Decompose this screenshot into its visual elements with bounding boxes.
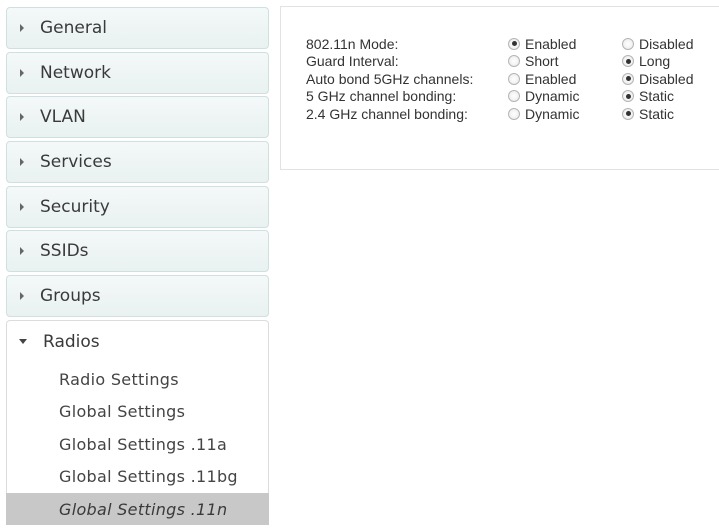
caret-right-icon bbox=[20, 24, 24, 32]
sidebar-item-security[interactable]: Security bbox=[6, 185, 269, 228]
sidebar-subitem-global-settings-11n[interactable]: Global Settings .11n bbox=[6, 492, 269, 526]
radio-button[interactable] bbox=[622, 55, 634, 68]
setting-row-guard-interval: Guard Interval: Short Long bbox=[306, 53, 719, 71]
radio-option-disabled[interactable]: Disabled bbox=[622, 36, 719, 52]
radio-button[interactable] bbox=[622, 107, 634, 120]
sidebar-item-ssids[interactable]: SSIDs bbox=[6, 230, 269, 273]
sidebar-item-label: Groups bbox=[40, 286, 101, 307]
sidebar-item-groups[interactable]: Groups bbox=[6, 275, 269, 318]
sidebar-item-label: VLAN bbox=[40, 107, 86, 128]
sidebar-item-label: Security bbox=[40, 196, 110, 217]
radio-button[interactable] bbox=[622, 37, 634, 50]
radio-option-static[interactable]: Static bbox=[622, 88, 719, 104]
radio-option-short[interactable]: Short bbox=[508, 53, 622, 69]
caret-right-icon bbox=[20, 292, 24, 301]
sidebar-item-label: General bbox=[40, 18, 107, 38]
radio-label: Dynamic bbox=[525, 88, 580, 105]
radio-label: Long bbox=[639, 53, 671, 70]
radio-option-enabled[interactable]: Enabled bbox=[508, 71, 622, 87]
radio-option-dynamic[interactable]: Dynamic bbox=[508, 106, 622, 122]
radio-label: Disabled bbox=[639, 35, 694, 52]
sidebar-subitem-global-settings-11a[interactable]: Global Settings .11a bbox=[7, 428, 268, 461]
radio-label: Dynamic bbox=[525, 105, 580, 122]
sidebar-subitem-radio-settings[interactable]: Radio Settings bbox=[7, 363, 268, 396]
caret-right-icon bbox=[20, 113, 24, 122]
sidebar-item-label: SSIDs bbox=[40, 241, 89, 262]
radio-button[interactable] bbox=[508, 107, 520, 120]
radio-button[interactable] bbox=[508, 37, 520, 50]
sidebar-section-radios: Radios Radio Settings Global Settings Gl… bbox=[6, 319, 269, 526]
caret-down-icon bbox=[19, 339, 27, 345]
radio-option-disabled[interactable]: Disabled bbox=[622, 71, 719, 87]
radio-button[interactable] bbox=[622, 90, 634, 103]
caret-right-icon bbox=[20, 202, 24, 211]
radio-button[interactable] bbox=[622, 72, 634, 85]
radio-option-dynamic[interactable]: Dynamic bbox=[508, 88, 622, 104]
setting-label: Guard Interval: bbox=[306, 53, 399, 70]
radio-label: Short bbox=[525, 53, 559, 70]
setting-label: Auto bond 5GHz channels: bbox=[306, 70, 474, 87]
sidebar-item-general[interactable]: General bbox=[6, 7, 269, 49]
caret-right-icon bbox=[20, 68, 24, 77]
sidebar-item-services[interactable]: Services bbox=[6, 141, 269, 184]
settings-form: 802.11n Mode: Enabled Disabled Guard Int… bbox=[306, 35, 719, 123]
sidebar-item-label: Radios bbox=[43, 331, 100, 352]
sidebar-item-network[interactable]: Network bbox=[6, 51, 269, 94]
setting-row-80211n-mode: 802.11n Mode: Enabled Disabled bbox=[306, 35, 719, 53]
sidebar-item-label: Services bbox=[40, 152, 112, 173]
radio-button[interactable] bbox=[508, 55, 520, 68]
radio-button[interactable] bbox=[508, 90, 520, 103]
setting-row-5ghz-channel-bonding: 5 GHz channel bonding: Dynamic Static bbox=[306, 88, 719, 106]
sidebar-subitem-global-settings-11bg[interactable]: Global Settings .11bg bbox=[7, 460, 268, 493]
sidebar-item-vlan[interactable]: VLAN bbox=[6, 96, 269, 139]
radio-option-static[interactable]: Static bbox=[622, 106, 719, 122]
radio-label: Static bbox=[639, 88, 675, 105]
setting-label: 802.11n Mode: bbox=[306, 35, 399, 52]
radio-option-long[interactable]: Long bbox=[622, 53, 719, 69]
radio-label: Enabled bbox=[525, 35, 577, 52]
sidebar-subitem-global-settings[interactable]: Global Settings bbox=[7, 395, 268, 428]
radio-label: Static bbox=[639, 105, 675, 122]
caret-right-icon bbox=[20, 247, 24, 256]
sidebar-item-label: Network bbox=[40, 62, 111, 83]
setting-row-24ghz-channel-bonding: 2.4 GHz channel bonding: Dynamic Static bbox=[306, 105, 719, 123]
radio-label: Disabled bbox=[639, 70, 694, 87]
sidebar-item-radios[interactable]: Radios bbox=[7, 321, 268, 363]
radio-button[interactable] bbox=[508, 72, 520, 85]
setting-row-auto-bond-5ghz: Auto bond 5GHz channels: Enabled Disable… bbox=[306, 70, 719, 88]
setting-label: 5 GHz channel bonding: bbox=[306, 88, 457, 105]
caret-right-icon bbox=[20, 158, 24, 167]
settings-panel: 802.11n Mode: Enabled Disabled Guard Int… bbox=[280, 6, 719, 170]
setting-label: 2.4 GHz channel bonding: bbox=[306, 105, 468, 122]
radio-option-enabled[interactable]: Enabled bbox=[508, 36, 622, 52]
radio-label: Enabled bbox=[525, 70, 577, 87]
page: General Network VLAN Services Security S… bbox=[0, 0, 719, 528]
sidebar: General Network VLAN Services Security S… bbox=[6, 7, 269, 526]
